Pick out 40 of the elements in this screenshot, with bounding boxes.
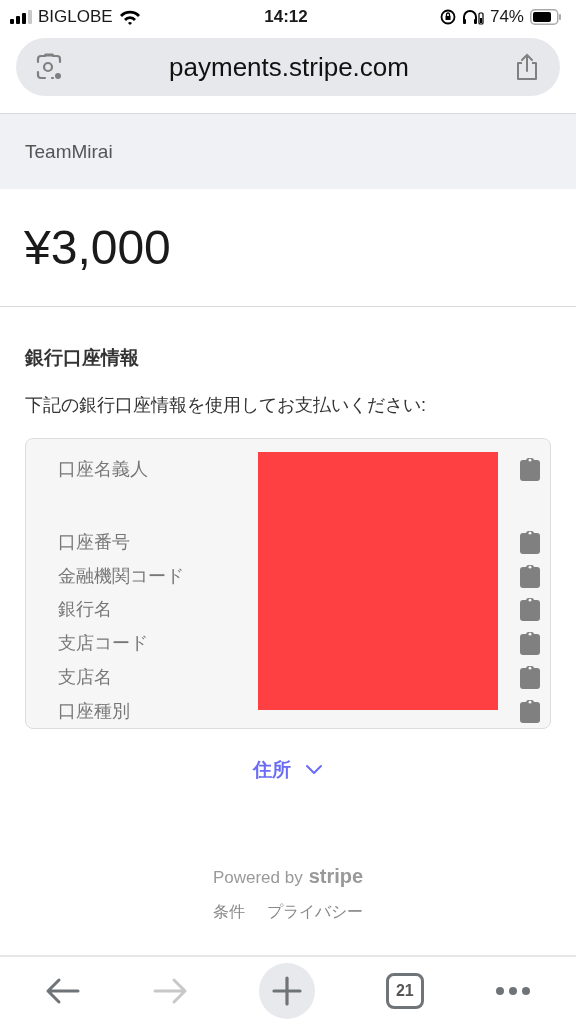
field-label: 銀行名 [58, 598, 112, 622]
clipboard-icon[interactable] [520, 563, 540, 588]
field-label: 口座番号 [58, 530, 130, 554]
clipboard-icon[interactable] [520, 631, 540, 656]
back-icon[interactable] [45, 976, 82, 1005]
carrier-name: BIGLOBE [38, 7, 113, 27]
new-tab-icon[interactable] [259, 962, 315, 1019]
stripe-logo[interactable]: stripe [308, 865, 364, 888]
instruction-text: 下記の銀行口座情報を使用してお支払いください: [25, 394, 427, 417]
clipboard-icon[interactable] [520, 665, 540, 690]
rotation-lock-icon [439, 9, 456, 25]
share-icon[interactable] [514, 52, 540, 82]
url-text: payments.stripe.com [169, 51, 409, 83]
field-label: 支店コード [58, 632, 148, 656]
tab-count-button[interactable]: 21 [385, 972, 424, 1009]
clipboard-icon[interactable] [520, 699, 540, 724]
clipboard-icon[interactable] [520, 597, 540, 622]
headphones-icon [461, 9, 484, 25]
clipboard-icon[interactable] [520, 457, 540, 481]
field-label: 口座名義人 [58, 458, 148, 481]
payment-amount: ¥3,000 [24, 220, 171, 275]
address-bar[interactable]: payments.stripe.com [16, 38, 560, 96]
signal-icon [10, 10, 32, 24]
battery-percent: 74% [489, 7, 524, 27]
clipboard-icon[interactable] [520, 529, 540, 554]
address-toggle[interactable]: 住所 [251, 755, 325, 785]
chevron-icon [305, 764, 323, 776]
footer-link[interactable]: プライバシー [267, 902, 363, 923]
status-time: 14:12 [264, 7, 308, 27]
field-label: 支店名 [58, 666, 112, 690]
camera-search-icon[interactable] [34, 52, 64, 82]
section-title: 銀行口座情報 [25, 346, 140, 370]
merchant-name: TeamMirai [25, 140, 113, 163]
field-label: 口座種別 [58, 700, 130, 724]
battery-icon [530, 9, 562, 25]
field-label: 金融機関コード [58, 564, 184, 588]
wifi-icon [118, 9, 141, 25]
powered-by-text: Powered by [212, 868, 303, 888]
footer-link[interactable]: 条件 [213, 902, 245, 923]
more-icon[interactable] [494, 985, 531, 996]
